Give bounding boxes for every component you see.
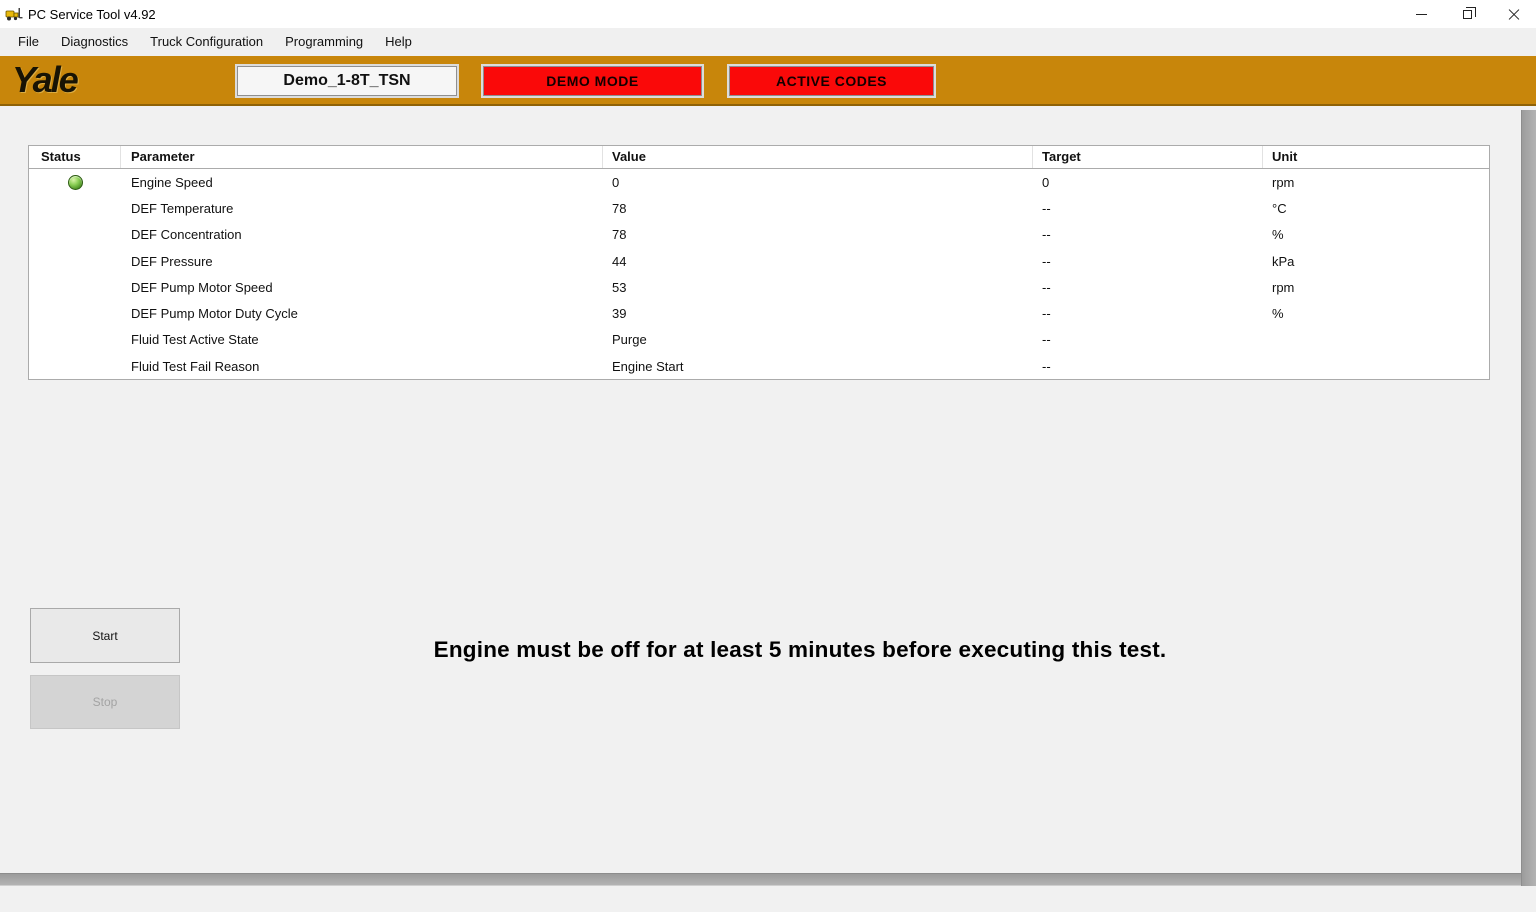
- title-bar: PC Service Tool v4.92: [0, 0, 1536, 28]
- parameter-cell: Engine Speed: [121, 175, 603, 190]
- table-row[interactable]: DEF Concentration 78 -- %: [29, 222, 1489, 248]
- table-row[interactable]: Fluid Test Active State Purge --: [29, 327, 1489, 353]
- demo-mode-badge: DEMO MODE: [483, 66, 702, 96]
- column-header-unit: Unit: [1263, 146, 1489, 168]
- target-cell: --: [1033, 254, 1263, 269]
- vertical-scrollbar[interactable]: [1521, 110, 1536, 886]
- close-button[interactable]: [1490, 0, 1536, 28]
- value-cell: Purge: [603, 332, 1033, 347]
- target-cell: --: [1033, 280, 1263, 295]
- value-cell: 78: [603, 227, 1033, 242]
- unit-cell: rpm: [1263, 280, 1489, 295]
- app-window: PC Service Tool v4.92 File Diagnostics T…: [0, 0, 1536, 912]
- unit-cell: %: [1263, 306, 1489, 321]
- horizontal-scrollbar[interactable]: [0, 873, 1536, 886]
- stop-button[interactable]: Stop: [30, 675, 180, 729]
- target-cell: --: [1033, 201, 1263, 216]
- value-cell: 0: [603, 175, 1033, 190]
- brand-bar: Yale Demo_1-8T_TSN DEMO MODE ACTIVE CODE…: [0, 56, 1536, 106]
- green-status-led-icon: [68, 175, 83, 190]
- unit-cell: °C: [1263, 201, 1489, 216]
- menu-help[interactable]: Help: [374, 28, 423, 56]
- target-cell: --: [1033, 306, 1263, 321]
- table-row[interactable]: DEF Pump Motor Duty Cycle 39 -- %: [29, 300, 1489, 326]
- start-button[interactable]: Start: [30, 608, 180, 663]
- menu-file[interactable]: File: [7, 28, 50, 56]
- minimize-icon: [1416, 14, 1427, 15]
- parameter-cell: Fluid Test Fail Reason: [121, 359, 603, 374]
- truck-model-button[interactable]: Demo_1-8T_TSN: [237, 66, 457, 96]
- parameter-cell: DEF Pump Motor Duty Cycle: [121, 306, 603, 321]
- close-icon: [1508, 9, 1519, 20]
- column-header-value: Value: [603, 146, 1033, 168]
- parameter-cell: DEF Concentration: [121, 227, 603, 242]
- status-cell: [29, 175, 121, 190]
- window-controls: [1398, 0, 1536, 28]
- column-header-target: Target: [1033, 146, 1263, 168]
- restore-button[interactable]: [1444, 0, 1490, 28]
- value-cell: 39: [603, 306, 1033, 321]
- table-row[interactable]: DEF Temperature 78 -- °C: [29, 195, 1489, 221]
- value-cell: Engine Start: [603, 359, 1033, 374]
- engine-off-warning-text: Engine must be off for at least 5 minute…: [280, 637, 1320, 663]
- table-header: Status Parameter Value Target Unit: [29, 146, 1489, 169]
- menu-programming[interactable]: Programming: [274, 28, 374, 56]
- parameter-cell: Fluid Test Active State: [121, 332, 603, 347]
- table-row[interactable]: DEF Pump Motor Speed 53 -- rpm: [29, 274, 1489, 300]
- value-cell: 53: [603, 280, 1033, 295]
- parameter-cell: DEF Pump Motor Speed: [121, 280, 603, 295]
- forklift-icon: [5, 6, 23, 22]
- menu-bar: File Diagnostics Truck Configuration Pro…: [0, 28, 1536, 56]
- unit-cell: %: [1263, 227, 1489, 242]
- value-cell: 78: [603, 201, 1033, 216]
- unit-cell: rpm: [1263, 175, 1489, 190]
- table-row[interactable]: Fluid Test Fail Reason Engine Start --: [29, 353, 1489, 379]
- target-cell: --: [1033, 359, 1263, 374]
- target-cell: --: [1033, 332, 1263, 347]
- column-header-parameter: Parameter: [121, 146, 603, 168]
- target-cell: --: [1033, 227, 1263, 242]
- column-header-status: Status: [29, 146, 121, 168]
- value-cell: 44: [603, 254, 1033, 269]
- yale-logo: Yale: [12, 59, 77, 101]
- active-codes-button[interactable]: ACTIVE CODES: [729, 66, 934, 96]
- parameter-table: Status Parameter Value Target Unit Engin…: [28, 145, 1490, 380]
- unit-cell: kPa: [1263, 254, 1489, 269]
- minimize-button[interactable]: [1398, 0, 1444, 28]
- restore-icon: [1463, 10, 1472, 19]
- table-row[interactable]: DEF Pressure 44 -- kPa: [29, 248, 1489, 274]
- table-row[interactable]: Engine Speed 0 0 rpm: [29, 169, 1489, 195]
- parameter-cell: DEF Temperature: [121, 201, 603, 216]
- main-content: Status Parameter Value Target Unit Engin…: [0, 106, 1536, 912]
- window-title: PC Service Tool v4.92: [28, 7, 156, 22]
- parameter-cell: DEF Pressure: [121, 254, 603, 269]
- menu-truck-configuration[interactable]: Truck Configuration: [139, 28, 274, 56]
- target-cell: 0: [1033, 175, 1263, 190]
- menu-diagnostics[interactable]: Diagnostics: [50, 28, 139, 56]
